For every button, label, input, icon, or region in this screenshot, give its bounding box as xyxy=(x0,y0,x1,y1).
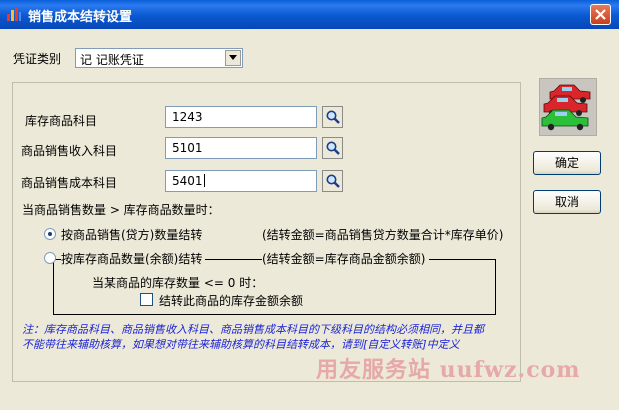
logo-panel xyxy=(539,78,597,136)
cars-logo-icon xyxy=(541,84,591,131)
sales-cost-account-lookup-button[interactable] xyxy=(322,170,343,192)
close-icon xyxy=(595,9,606,20)
transfer-stock-balance-label[interactable]: 结转此商品的库存金额余额 xyxy=(159,292,303,309)
close-button[interactable] xyxy=(590,4,611,25)
radio-selected-dot xyxy=(48,232,52,236)
by-sales-label[interactable]: 按商品销售(贷方)数量结转 xyxy=(61,226,202,243)
dialog-window: 销售成本结转设置 凭证类别 记 记账凭证 库存商品科目 1243 商品销售收入科… xyxy=(0,0,619,410)
cancel-button[interactable]: 取消 xyxy=(533,190,601,214)
sales-revenue-account-value: 5101 xyxy=(172,141,203,155)
condition-heading: 当商品销售数量 > 库存商品数量时： xyxy=(22,203,220,217)
stock-account-value: 1243 xyxy=(172,110,203,124)
by-sales-radio[interactable] xyxy=(44,228,56,240)
by-sales-formula: (结转金额=商品销售贷方数量合计*库存单价) xyxy=(262,228,504,242)
sales-cost-account-input[interactable]: 5401 xyxy=(165,170,317,192)
voucher-type-select[interactable]: 记 记账凭证 xyxy=(75,48,243,68)
search-icon xyxy=(326,174,340,188)
title-bar[interactable]: 销售成本结转设置 xyxy=(0,0,619,29)
search-icon xyxy=(326,110,340,124)
app-icon xyxy=(7,7,21,21)
voucher-type-value: 记 记账凭证 xyxy=(80,53,144,67)
watermark: 用友服务站 uufwz.com xyxy=(316,357,581,383)
zero-stock-condition: 当某商品的库存数量 <= 0 时： xyxy=(92,276,264,290)
ok-button[interactable]: 确定 xyxy=(533,151,601,175)
transfer-stock-balance-checkbox[interactable] xyxy=(140,293,153,306)
by-stock-formula: (结转金额=库存商品金额余额) xyxy=(262,250,430,267)
window-title: 销售成本结转设置 xyxy=(28,10,133,25)
sales-revenue-account-lookup-button[interactable] xyxy=(322,137,343,159)
note-text: 注：库存商品科目、商品销售收入科目、商品销售成本科目的下级科目的结构必须相同，并… xyxy=(22,323,484,351)
by-stock-radio[interactable] xyxy=(44,252,56,264)
by-stock-label[interactable]: 按库存商品数量(余额)结转 xyxy=(61,250,206,267)
voucher-type-label: 凭证类别 xyxy=(13,52,62,66)
search-icon xyxy=(326,141,340,155)
sales-revenue-account-input[interactable]: 5101 xyxy=(165,137,317,159)
sales-cost-account-label: 商品销售成本科目 xyxy=(21,176,118,190)
sales-cost-account-value: 5401 xyxy=(172,174,205,188)
stock-account-input[interactable]: 1243 xyxy=(165,106,317,128)
sales-revenue-account-label: 商品销售收入科目 xyxy=(21,144,118,158)
dropdown-arrow-icon xyxy=(229,55,237,60)
stock-account-label: 库存商品科目 xyxy=(25,114,98,128)
voucher-type-dropdown-button[interactable] xyxy=(225,50,241,66)
stock-account-lookup-button[interactable] xyxy=(322,106,343,128)
